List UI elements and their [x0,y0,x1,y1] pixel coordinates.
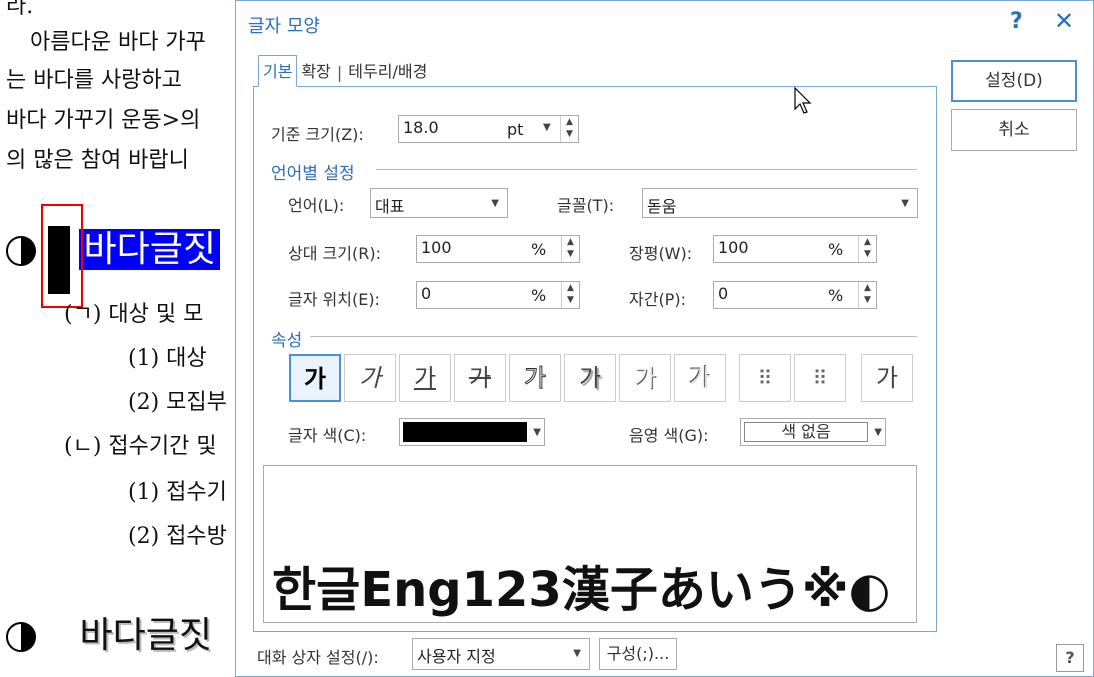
text-color-swatch [403,422,527,442]
superscript-button[interactable]: ⠿ [739,354,791,402]
preview-box: 한글Eng123漢子あいう※◐ [263,465,917,623]
doc-item-2: (ㄴ) 접수기간 및 [64,434,217,459]
spacing-value: 0 [718,284,729,303]
doc-line-top: 라. [6,0,34,19]
text-color-select[interactable]: ▼ [399,418,545,446]
shade-color-select[interactable]: 색 없음 ▼ [740,418,886,446]
half-circle-icon [6,236,36,266]
doc-paragraph-3: 바다 가꾸기 운동>의 [6,108,201,133]
spacing-unit: % [828,286,844,305]
doc-paragraph-1: 아름다운 바다 가꾸 [30,30,206,55]
spin-arrows-icon[interactable]: ▲ ▼ [561,236,579,262]
help-icon[interactable]: ? [1056,644,1084,672]
doc-heading-1: 바다글짓 [6,220,220,272]
width-ratio-label: 장평(W): [629,244,693,263]
dialog-setting-label: 대화 상자 설정(/): [257,648,379,667]
emboss-button[interactable]: 가 [619,354,671,402]
dialog-title: 글자 모양 [248,16,320,37]
doc-item-1-2: (2) 모집부 [128,390,227,415]
chevron-down-icon: ▼ [901,198,909,209]
mouse-pointer-icon [794,87,812,114]
spin-arrows-icon[interactable]: ▲ ▼ [858,236,876,262]
half-circle-icon [6,622,36,652]
chevron-down-icon: ▼ [573,648,581,659]
tab-basic[interactable]: 기본 [258,55,298,87]
relative-size-value: 100 [421,238,452,257]
normal-button[interactable]: 가 [861,354,913,402]
preview-text: 한글Eng123漢子あいう※◐ [272,562,891,618]
chevron-down-icon: ▼ [491,198,499,209]
char-position-label: 글자 위치(E): [288,290,380,309]
base-size-value: 18.0 [403,118,439,137]
tab-border-background[interactable]: 테두리/배경 [344,56,431,87]
ok-button[interactable]: 설정(D) [951,60,1077,102]
outline-button[interactable]: 가 [509,354,561,402]
doc-item-1: (ㄱ) 대상 및 모 [64,302,204,327]
selected-text[interactable]: 바다글짓 [79,229,220,270]
base-size-input[interactable]: 18.0 pt ▼ ▲ ▼ [398,115,579,143]
lang-section-title: 언어별 설정 [271,164,355,184]
bold-button[interactable]: 가 [289,354,341,402]
width-ratio-value: 100 [718,238,749,257]
language-label: 언어(L): [288,196,345,215]
doc-item-2-2: (2) 접수방 [128,524,227,549]
relative-size-input[interactable]: 100 % ▲ ▼ [416,235,580,263]
char-position-input[interactable]: 0 % ▲ ▼ [416,281,580,309]
chevron-down-icon: ▼ [874,427,882,438]
help-icon[interactable]: ? [1010,9,1023,34]
shade-color-value: 색 없음 [744,422,868,442]
doc-heading-2: 바다글짓 [6,606,212,658]
spin-arrows-icon[interactable]: ▲ ▼ [561,282,579,308]
underline-button[interactable]: 가 [399,354,451,402]
italic-button[interactable]: 가 [344,354,396,402]
dialog-setting-select[interactable]: 사용자 지정 ▼ [412,638,590,670]
config-button[interactable]: 구성(;)... [599,638,677,670]
spin-arrows-icon[interactable]: ▲ ▼ [560,116,578,142]
spin-arrows-icon[interactable]: ▲ ▼ [858,282,876,308]
cancel-button[interactable]: 취소 [951,109,1077,151]
language-value: 대표 [375,197,405,216]
tab-bar: 기본 확장 | 테두리/배경 [258,55,431,87]
doc-item-1-1: (1) 대상 [128,346,207,371]
char-position-unit: % [531,286,547,305]
relative-size-label: 상대 크기(R): [288,244,381,263]
relative-size-unit: % [531,240,547,259]
chevron-down-icon: ▼ [533,427,541,438]
shade-color-label: 음영 색(G): [629,426,709,445]
strikethrough-button[interactable]: 가 [454,354,506,402]
doc-heading-2-text: 바다글짓 [79,615,212,656]
char-shape-dialog: 글자 모양 ? ✕ 기본 확장 | 테두리/배경 기준 크기(Z): 18.0 … [235,0,1094,677]
font-value: 돋움 [647,197,677,216]
doc-paragraph-2: 는 바다를 사랑하고 [6,68,182,93]
font-label: 글꼴(T): [557,196,615,215]
char-position-value: 0 [421,284,432,303]
base-size-unit: pt [507,120,524,139]
chevron-down-icon[interactable]: ▼ [543,122,551,133]
section-divider [376,169,917,170]
width-ratio-input[interactable]: 100 % ▲ ▼ [713,235,877,263]
shadow-button[interactable]: 가 [564,354,616,402]
text-color-label: 글자 색(C): [288,426,367,445]
engrave-button[interactable]: 가 [674,354,726,402]
close-icon[interactable]: ✕ [1054,7,1074,35]
tab-extended[interactable]: 확장 [297,56,334,87]
tab-separator: | [336,63,343,82]
section-divider [310,336,917,337]
title-bar[interactable]: 글자 모양 ? ✕ [236,1,1093,45]
base-size-label: 기준 크기(Z): [271,125,364,144]
doc-item-2-1: (1) 접수기 [128,480,227,505]
width-ratio-unit: % [828,240,844,259]
font-select[interactable]: 돋움 ▼ [642,188,918,218]
attr-section-title: 속성 [271,331,303,351]
subscript-button[interactable]: ⠿ [794,354,846,402]
spacing-label: 자간(P): [629,290,686,309]
language-select[interactable]: 대표 ▼ [370,188,508,218]
dialog-setting-value: 사용자 지정 [417,647,496,666]
highlight-marker [41,204,83,308]
spacing-input[interactable]: 0 % ▲ ▼ [713,281,877,309]
doc-paragraph-4: 의 많은 참여 바랍니 [6,148,189,173]
